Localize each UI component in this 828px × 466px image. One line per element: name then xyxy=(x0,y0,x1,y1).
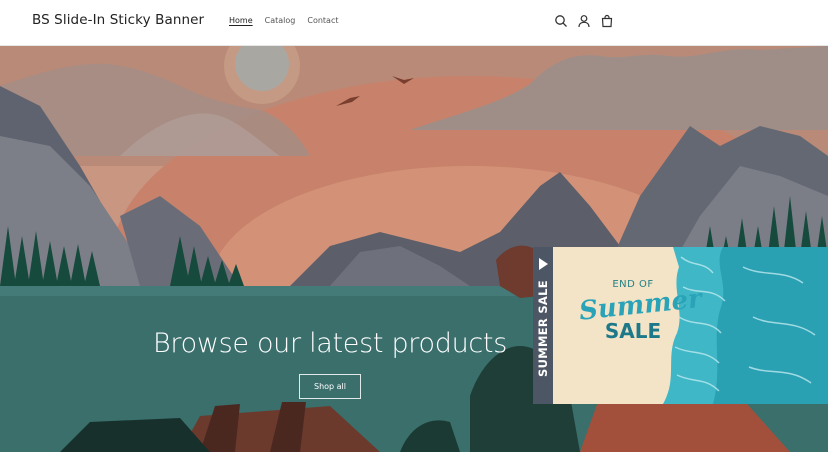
shop-all-button[interactable]: Shop all xyxy=(299,374,361,399)
nav-contact[interactable]: Contact xyxy=(307,16,338,25)
promo-image[interactable]: END OF Summer SALE xyxy=(553,247,828,404)
main-nav: Home Catalog Contact xyxy=(229,16,350,25)
play-arrow-icon[interactable] xyxy=(539,258,548,270)
banner-tab-label: SUMMER SALE xyxy=(536,280,550,377)
search-icon[interactable] xyxy=(554,14,568,28)
site-title[interactable]: BS Slide-In Sticky Banner xyxy=(32,12,204,28)
nav-home[interactable]: Home xyxy=(229,16,253,25)
page-bottom-strip xyxy=(0,452,828,466)
cart-icon[interactable] xyxy=(600,14,614,28)
site-header: BS Slide-In Sticky Banner Home Catalog C… xyxy=(0,0,828,46)
sticky-banner[interactable]: SUMMER SALE END OF Summer SALE xyxy=(533,247,828,404)
banner-tab[interactable]: SUMMER SALE xyxy=(533,247,553,404)
hero-heading: Browse our latest products xyxy=(153,328,507,359)
account-icon[interactable] xyxy=(577,14,591,28)
promo-line-sale: SALE xyxy=(604,319,662,343)
nav-catalog[interactable]: Catalog xyxy=(265,16,296,25)
